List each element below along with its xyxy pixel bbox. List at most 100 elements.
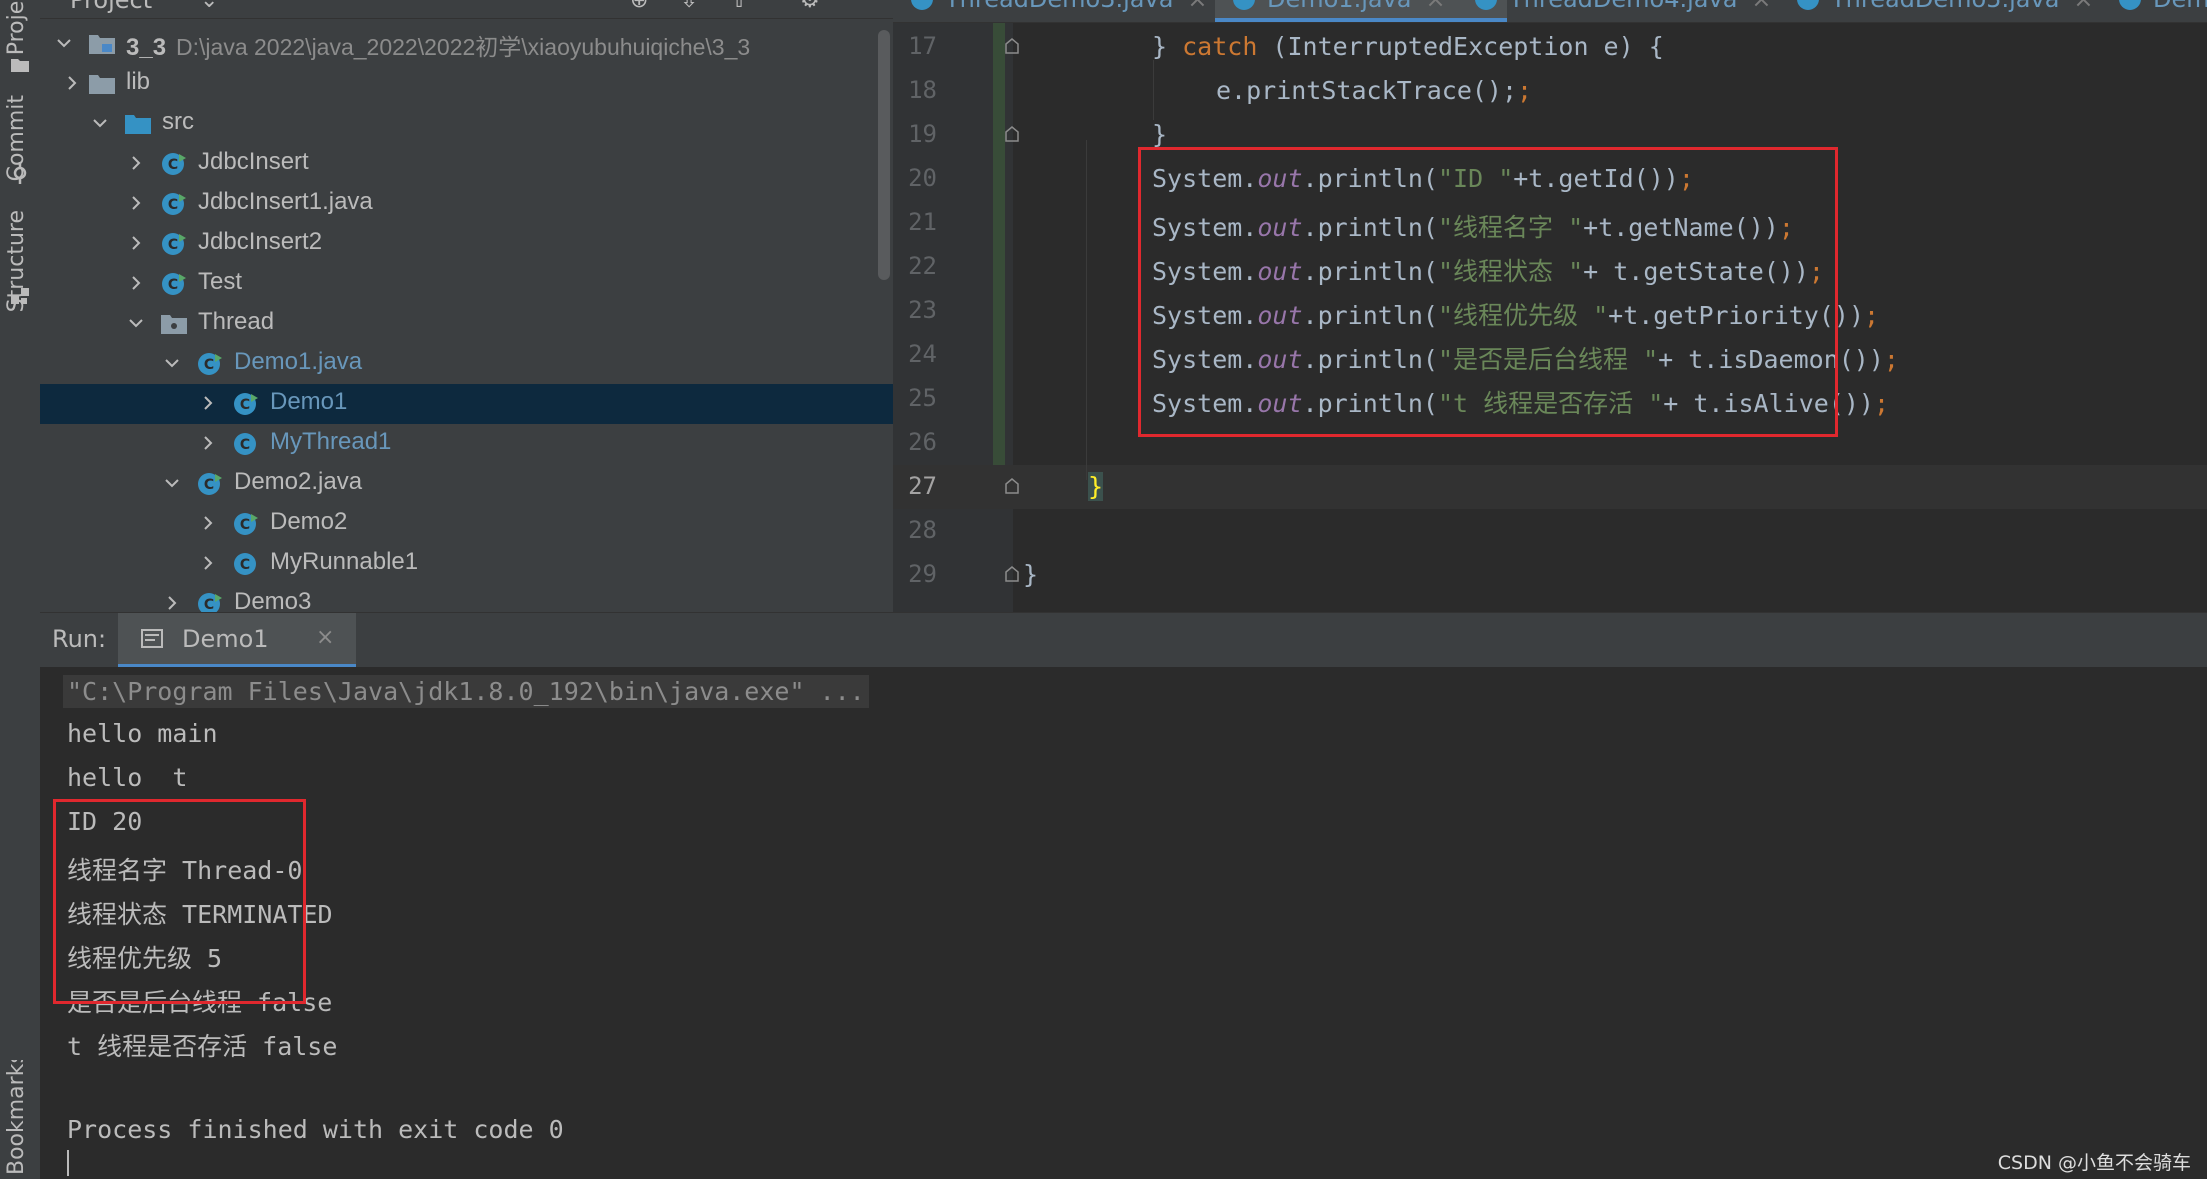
console-line: hello main [67, 719, 218, 748]
chevron-right-icon[interactable] [126, 193, 146, 213]
project-panel: Project ⌄ ⊕ ⇩ ⇧ ⚙ 3_3 D:\java 2022\java_2… [40, 0, 893, 612]
project-scrollbar[interactable] [878, 30, 890, 280]
target-icon[interactable]: ⊕ [630, 0, 648, 13]
runnable-class-icon: C [162, 233, 186, 255]
chevron-right-icon[interactable] [198, 553, 218, 573]
class-icon: C [234, 433, 256, 455]
chevron-down-icon[interactable] [54, 33, 74, 53]
chevron-right-icon[interactable] [62, 73, 82, 93]
commit-icon[interactable] [9, 162, 31, 184]
package-icon [161, 315, 187, 334]
module-folder-icon [89, 35, 115, 54]
tree-item-label: Thread [198, 308, 275, 335]
console-line: Process finished with exit code 0 [67, 1115, 564, 1144]
svg-text:C: C [168, 277, 178, 293]
close-icon[interactable]: × [1751, 0, 1771, 13]
code-line-19: } [1152, 120, 1168, 149]
tree-item-path: D:\java 2022\java_2022\2022初学\xiaoyubuhu… [176, 34, 751, 60]
console-line: hello t [67, 763, 188, 792]
line-number: 20 [908, 164, 937, 192]
tab-threaddemo3-java[interactable]: ThreadDemo3.java× [893, 0, 1265, 22]
chevron-right-icon[interactable] [126, 273, 146, 293]
tree-item-demo1-java[interactable]: C Demo1.java [40, 344, 893, 384]
structure-icon[interactable] [9, 286, 31, 308]
tree-item-test[interactable]: C Test [40, 264, 893, 304]
tab-demo6[interactable]: Demo6 [2101, 0, 2207, 22]
close-icon[interactable]: × [1187, 0, 1207, 13]
project-panel-header: Project ⌄ ⊕ ⇩ ⇧ ⚙ [40, 0, 893, 19]
close-icon[interactable]: × [2073, 0, 2093, 13]
folder-icon[interactable] [9, 54, 31, 76]
console-output[interactable]: "C:\Program Files\Java\jdk1.8.0_192\bin\… [40, 667, 2207, 1179]
source-folder-icon [125, 115, 151, 134]
chevron-right-icon[interactable] [126, 233, 146, 253]
tree-item-thread-package[interactable]: Thread [40, 304, 893, 344]
svg-text:C: C [204, 597, 214, 612]
tree-item-project-root[interactable]: 3_3 D:\java 2022\java_2022\2022初学\xiaoyub… [40, 24, 893, 64]
svg-text:C: C [168, 237, 178, 253]
tree-item-label: Demo3 [234, 588, 312, 612]
chevron-down-icon[interactable]: ⌄ [200, 0, 218, 13]
bookmarks-tool-tab[interactable]: Bookmarks [4, 1060, 29, 1175]
class-icon [1797, 0, 1819, 10]
chevron-down-icon[interactable] [162, 473, 182, 493]
chevron-right-icon[interactable] [198, 513, 218, 533]
code-line-29: } [1023, 560, 1039, 589]
tree-item-lib[interactable]: lib [40, 64, 893, 104]
code-editor[interactable]: 17 18 19 20 21 22 23 24 25 26 27 28 29 }… [893, 0, 2207, 612]
chevron-down-icon[interactable] [126, 313, 146, 333]
tree-item-label: Demo2.java [234, 468, 363, 495]
tree-item-label: JdbcInsert1.java [198, 188, 373, 215]
project-tool-tab[interactable]: Project [4, 0, 29, 55]
tree-item-label: JdbcInsert2 [198, 228, 323, 255]
tab-threaddemo4-java[interactable]: ThreadDemo4.java× [1457, 0, 1829, 22]
tree-item-mythread1[interactable]: C MyThread1 [40, 424, 893, 464]
tree-item-src[interactable]: src [40, 104, 893, 144]
console-icon [141, 629, 163, 648]
class-icon [1233, 0, 1255, 10]
runnable-class-icon: C [234, 393, 258, 415]
tree-item-jdbcinsert2[interactable]: C JdbcInsert2 [40, 224, 893, 264]
fold-marker-icon[interactable] [1005, 478, 1019, 494]
svg-text:C: C [240, 437, 250, 453]
tree-item-label: Demo2 [270, 508, 348, 535]
line-number: 26 [908, 428, 937, 456]
tree-item-demo2-java[interactable]: C Demo2.java [40, 464, 893, 504]
line-number-current: 27 [908, 472, 937, 500]
tab-threaddemo5-java[interactable]: ThreadDemo5.java× [1779, 0, 2151, 22]
run-tab-demo1[interactable]: Demo1 × [118, 613, 356, 668]
line-number: 24 [908, 340, 937, 368]
line-number: 18 [908, 76, 937, 104]
fold-marker-icon[interactable] [1005, 38, 1019, 54]
fold-marker-icon[interactable] [1005, 126, 1019, 142]
fold-marker-icon[interactable] [1005, 566, 1019, 582]
chevron-down-icon[interactable] [90, 113, 110, 133]
tree-item-jdbcinsert1-java[interactable]: C JdbcInsert1.java [40, 184, 893, 224]
svg-text:C: C [204, 477, 214, 493]
chevron-right-icon[interactable] [198, 393, 218, 413]
runnable-class-icon: C [162, 273, 186, 295]
chevron-right-icon[interactable] [198, 433, 218, 453]
tree-item-label: Test [198, 268, 243, 295]
tree-item-demo1-class[interactable]: C Demo1 [40, 384, 893, 424]
editor-tab-bar: ThreadDemo3.java× Demo1.java× ThreadDemo… [893, 0, 2207, 23]
chevron-down-icon[interactable] [162, 353, 182, 373]
run-label: Run: [52, 625, 107, 653]
tree-item-jdbcinsert[interactable]: C JdbcInsert [40, 144, 893, 184]
tree-item-label: lib [126, 68, 151, 95]
expand-icon[interactable]: ⇧ [730, 0, 748, 13]
class-icon [2119, 0, 2141, 10]
close-icon[interactable]: × [316, 625, 334, 650]
collapse-all-icon[interactable]: ⇩ [680, 0, 698, 13]
close-icon[interactable]: × [1426, 0, 1446, 13]
chevron-right-icon[interactable] [126, 153, 146, 173]
project-panel-title[interactable]: Project [70, 0, 152, 14]
tree-item-label: Demo1.java [234, 348, 363, 375]
chevron-right-icon[interactable] [162, 593, 182, 612]
gear-icon[interactable]: ⚙ [800, 0, 820, 13]
indent-guide [1086, 140, 1087, 480]
line-number: 28 [908, 516, 937, 544]
tree-item-myrunnable1[interactable]: C MyRunnable1 [40, 544, 893, 584]
tree-item-demo3[interactable]: C Demo3 [40, 584, 893, 612]
tree-item-demo2-class[interactable]: C Demo2 [40, 504, 893, 544]
